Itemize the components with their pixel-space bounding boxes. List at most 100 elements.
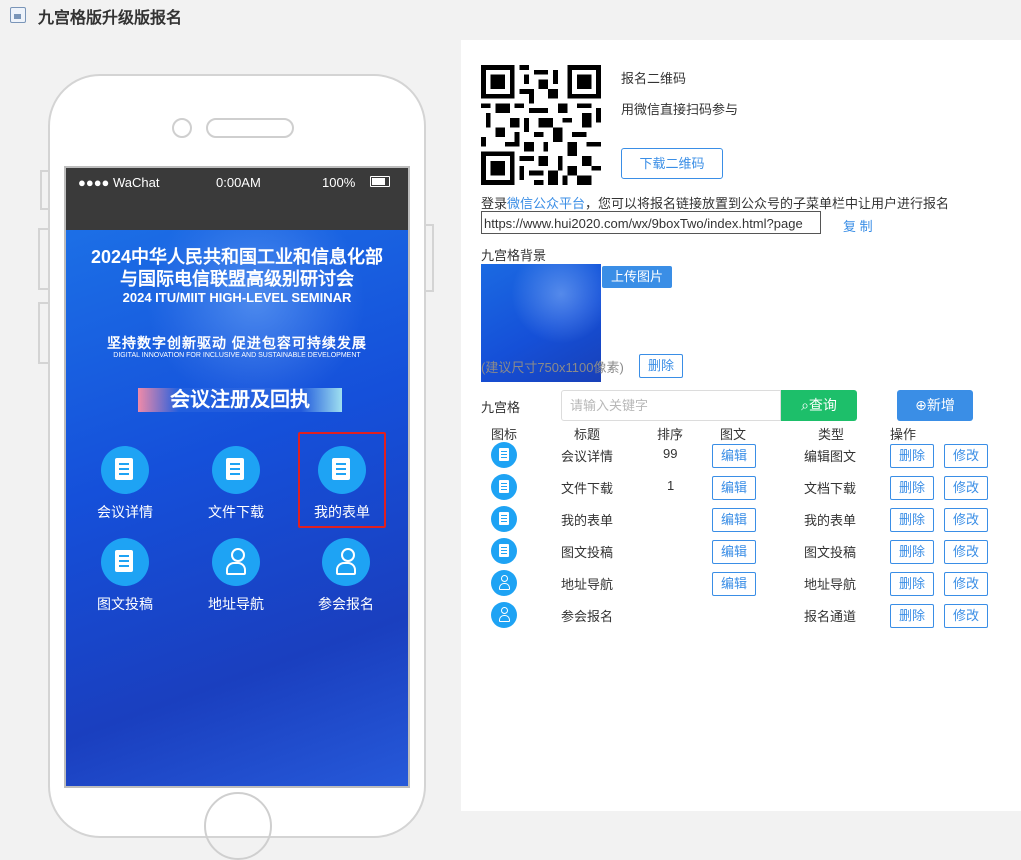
row-title: 我的表单 <box>561 513 614 528</box>
window-title: 九宫格版升级版报名 <box>38 10 183 27</box>
edit-button[interactable]: 编辑 <box>712 476 756 500</box>
row-order: 99 <box>663 446 678 461</box>
link-instructions: 登录微信公众平台，您可以将报名链接放置到公众号的子菜单栏中让用户进行报名 <box>481 193 949 212</box>
modify-button[interactable]: 修改 <box>944 476 988 500</box>
article-icon <box>101 538 149 586</box>
banner-title-en: 2024 ITU/MIIT HIGH-LEVEL SEMINAR <box>122 290 352 305</box>
size-hint: (建议尺寸750x1100像素) <box>481 360 624 375</box>
form-icon <box>318 446 366 494</box>
battery-percent: 100% <box>322 175 356 190</box>
modify-button[interactable]: 修改 <box>944 604 988 628</box>
carrier-label: ●●●● WaChat <box>78 175 160 190</box>
row-title: 地址导航 <box>561 577 614 592</box>
status-bar: ●●●● WaChat 0:00AM 100% <box>66 168 408 196</box>
row-title: 图文投稿 <box>561 545 614 560</box>
title-bar: 九宫格版升级版报名 <box>0 0 1021 30</box>
banner-title-line1: 2024中华人民共和国工业和信息化部 <box>90 247 384 267</box>
grid-item-address-nav[interactable]: 地址导航 <box>181 538 291 614</box>
delete-button[interactable]: 删除 <box>890 508 934 532</box>
section-title-text: 会议注册及回执 <box>170 389 310 411</box>
row-order: 1 <box>667 478 675 493</box>
header-order: 排序 <box>657 427 684 442</box>
modify-button[interactable]: 修改 <box>944 540 988 564</box>
grid-item-label: 文件下载 <box>208 504 264 520</box>
add-button[interactable]: ⊕新增 <box>897 390 973 421</box>
copy-link[interactable]: 复 制 <box>843 216 873 235</box>
add-circle-icon: ⊕ <box>915 397 927 413</box>
user-location-icon <box>491 570 517 596</box>
header-actions: 操作 <box>890 427 917 442</box>
qr-hint: 用微信直接扫码参与 <box>621 102 739 117</box>
delete-button[interactable]: 删除 <box>890 476 934 500</box>
qr-label: 报名二维码 <box>621 71 687 86</box>
wechat-platform-link[interactable]: 微信公众平台 <box>507 196 585 211</box>
row-type: 地址导航 <box>804 577 857 592</box>
delete-button[interactable]: 删除 <box>890 572 934 596</box>
grid-item-registration[interactable]: 参会报名 <box>291 538 401 614</box>
form-icon <box>491 506 517 532</box>
delete-button[interactable]: 删除 <box>890 444 934 468</box>
user-add-icon <box>322 538 370 586</box>
banner-slogan-en: DIGITAL INNOVATION FOR INCLUSIVE AND SUS… <box>113 352 361 359</box>
keyword-search-input[interactable] <box>561 390 781 421</box>
header-icon: 图标 <box>491 427 518 442</box>
grid-item-meeting-details[interactable]: 会议详情 <box>70 446 180 522</box>
row-type: 文档下载 <box>804 481 857 496</box>
row-type: 报名通道 <box>804 609 857 624</box>
grid-item-label: 会议详情 <box>97 504 153 520</box>
background-label: 九宫格背景 <box>481 248 547 263</box>
download-qr-button[interactable]: 下载二维码 <box>621 148 723 179</box>
phone-home-button <box>204 792 272 860</box>
row-title: 参会报名 <box>561 609 614 624</box>
row-type: 图文投稿 <box>804 545 857 560</box>
document-list-icon <box>491 442 517 468</box>
signup-url-field[interactable]: https://www.hui2020.com/wx/9boxTwo/index… <box>481 211 821 234</box>
search-icon: ⌕ <box>801 397 809 413</box>
grid-item-label: 地址导航 <box>208 596 264 612</box>
upload-image-button[interactable]: 上传图片 <box>602 266 672 288</box>
phone-camera <box>172 118 192 138</box>
add-label: 新增 <box>926 397 955 413</box>
user-add-icon <box>491 602 517 628</box>
header-title: 标题 <box>574 427 601 442</box>
modify-button[interactable]: 修改 <box>944 508 988 532</box>
modify-button[interactable]: 修改 <box>944 572 988 596</box>
user-location-icon <box>212 538 260 586</box>
row-title: 会议详情 <box>561 449 614 464</box>
grid-item-article-submit[interactable]: 图文投稿 <box>70 538 180 614</box>
grid-item-label: 图文投稿 <box>97 596 153 612</box>
banner-slogan: 坚持数字创新驱动 促进包容可持续发展 <box>107 335 367 351</box>
delete-button[interactable]: 删除 <box>890 540 934 564</box>
battery-icon <box>370 176 390 187</box>
files-icon <box>212 446 260 494</box>
query-label: 查询 <box>808 397 837 413</box>
grid-item-file-download[interactable]: 文件下载 <box>181 446 291 522</box>
row-type: 我的表单 <box>804 513 857 528</box>
grid-item-my-form[interactable]: 我的表单 <box>298 432 386 528</box>
banner-title-line2: 与国际电信联盟高级别研讨会 <box>120 269 354 289</box>
query-button[interactable]: ⌕查询 <box>781 390 857 421</box>
delete-background-button[interactable]: 删除 <box>639 354 683 378</box>
header-content: 图文 <box>720 427 747 442</box>
document-list-icon <box>101 446 149 494</box>
time-label: 0:00AM <box>216 175 261 190</box>
section-title: 会议注册及回执 <box>138 388 342 412</box>
grid-item-label: 我的表单 <box>314 504 370 520</box>
grid-item-label: 参会报名 <box>318 596 374 612</box>
edit-button[interactable]: 编辑 <box>712 572 756 596</box>
edit-button[interactable]: 编辑 <box>712 508 756 532</box>
row-type: 编辑图文 <box>804 449 857 464</box>
files-icon <box>491 474 517 500</box>
grid-list-label: 九宫格 <box>481 400 521 415</box>
header-type: 类型 <box>818 427 845 442</box>
edit-button[interactable]: 编辑 <box>712 444 756 468</box>
edit-button[interactable]: 编辑 <box>712 540 756 564</box>
qr-code <box>481 65 601 185</box>
delete-button[interactable]: 删除 <box>890 604 934 628</box>
app-icon <box>10 7 26 23</box>
phone-screen: ●●●● WaChat 0:00AM 100% 2024中华人民共和国工业和信息… <box>64 166 410 788</box>
modify-button[interactable]: 修改 <box>944 444 988 468</box>
phone-speaker <box>206 118 294 138</box>
link-suffix: ，您可以将报名链接放置到公众号的子菜单栏中让用户进行报名 <box>585 196 950 211</box>
link-prefix: 登录 <box>481 196 508 211</box>
